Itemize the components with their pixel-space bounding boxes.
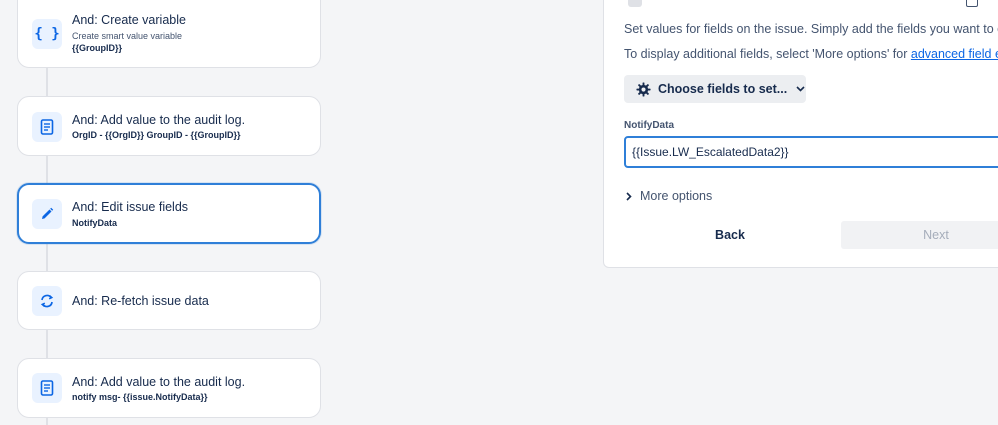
panel-header-icon [628,0,642,7]
chevron-down-icon [796,86,805,92]
back-button[interactable]: Back [624,221,836,249]
panel-description: Set values for fields on the issue. Simp… [624,22,998,36]
flow-item-title: And: Re-fetch issue data [72,294,209,308]
variable-icon: { } [32,19,62,49]
pencil-icon [32,199,62,229]
gear-icon [636,81,651,97]
refresh-icon [32,286,62,316]
flow-item-audit-log-1[interactable]: And: Add value to the audit log. OrgID -… [17,96,321,156]
flow-item-edit-issue-fields[interactable]: And: Edit issue fields NotifyData [17,183,321,244]
next-button[interactable]: Next [841,221,998,249]
panel-description-advanced: To display additional fields, select 'Mo… [624,47,998,61]
flow-item-detail: NotifyData [72,218,118,228]
edit-issue-config-panel: Set values for fields on the issue. Simp… [603,0,998,268]
more-options-toggle[interactable]: More options [626,189,712,203]
advanced-field-edit-link[interactable]: advanced field edit [911,47,998,61]
choose-fields-button[interactable]: Choose fields to set... [624,75,806,103]
flow-item-detail: OrgID - {{OrgID}} GroupID - {{GroupID}} [72,130,241,140]
flow-item-title: And: Edit issue fields [72,200,189,214]
flow-item-refetch-issue[interactable]: And: Re-fetch issue data [17,271,321,330]
audit-log-icon [32,112,62,142]
flow-item-audit-log-2[interactable]: And: Add value to the audit log. notify … [17,358,321,418]
more-options-label: More options [640,189,713,203]
chevron-right-icon [626,191,632,201]
audit-log-icon [32,373,62,403]
choose-fields-label: Choose fields to set... [658,82,788,96]
flow-item-create-variable[interactable]: { } And: Create variable Create smart va… [17,0,321,68]
flow-item-title: And: Create variable [72,13,186,27]
flow-item-subtitle: Create smart value variable [72,31,183,41]
notifydata-field-label: NotifyData [624,120,675,131]
notifydata-input[interactable] [624,136,998,168]
flow-item-detail: notify msg- {{issue.NotifyData}} [72,392,208,402]
flow-item-title: And: Add value to the audit log. [72,113,246,127]
panel-header-action-icon[interactable] [966,0,978,7]
panel-description-prefix: To display additional fields, select 'Mo… [624,47,911,61]
flow-item-title: And: Add value to the audit log. [72,375,246,389]
flow-item-detail: {{GroupID}} [72,43,123,53]
